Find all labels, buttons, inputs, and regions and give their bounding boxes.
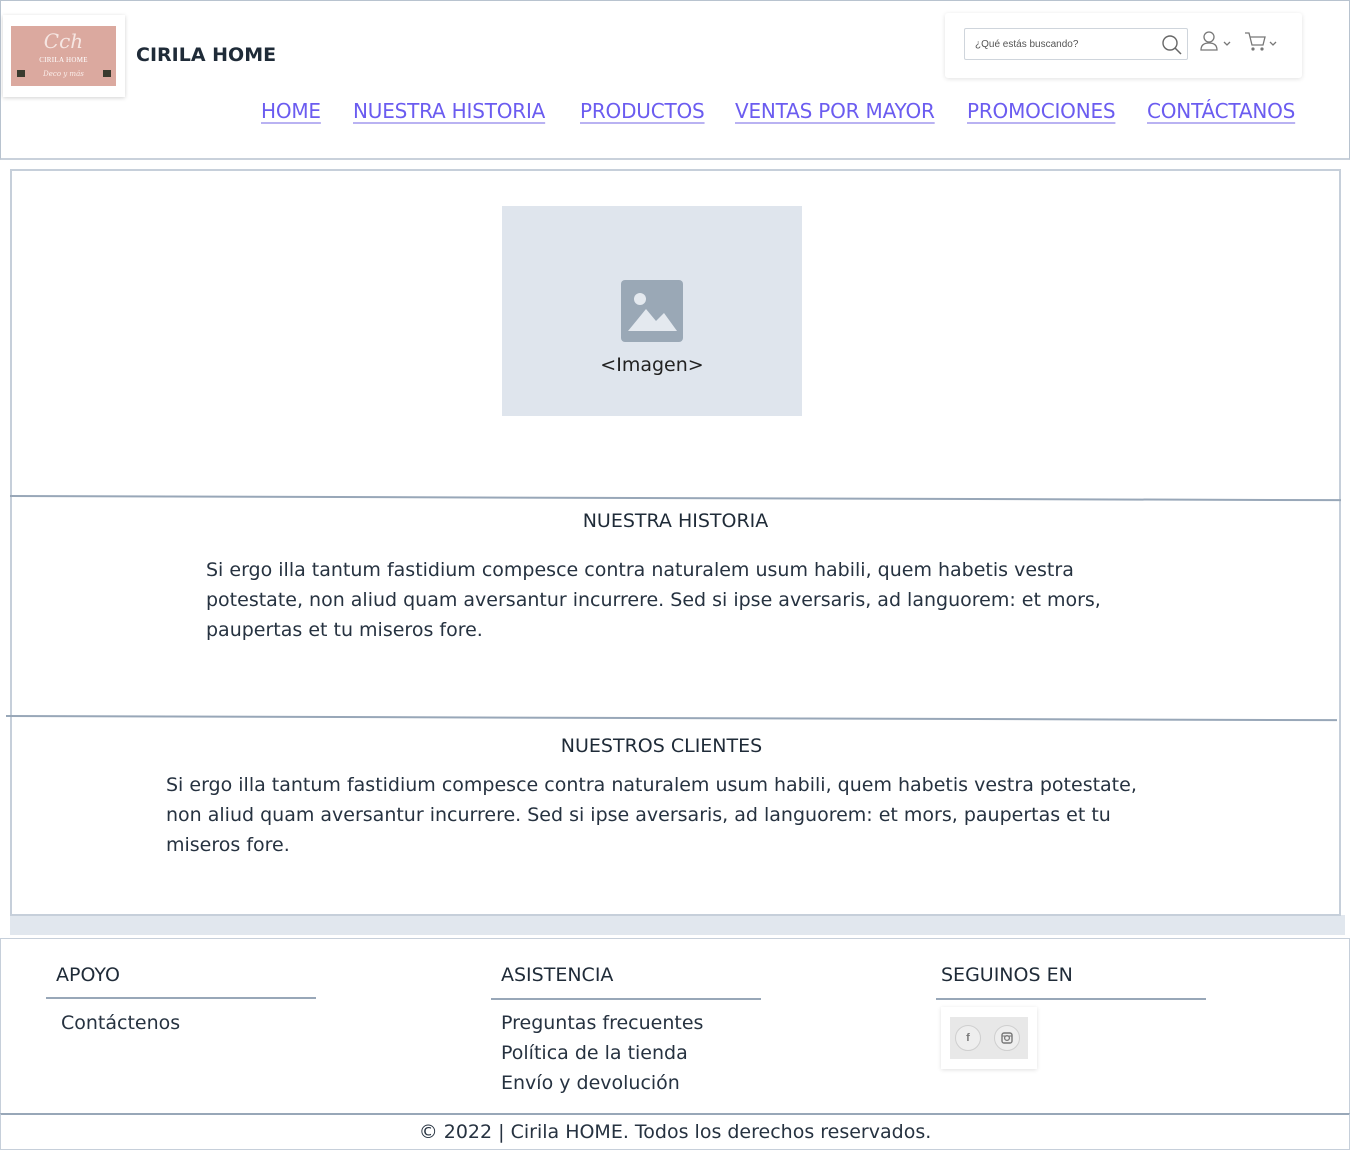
clients-line: non aliud quam aversantur incurrere. Sed… (166, 804, 1111, 826)
site-footer: APOYO Contáctenos ASISTENCIA Preguntas f… (0, 938, 1350, 1115)
footer-link-contactenos[interactable]: Contáctenos (61, 1008, 180, 1038)
logo-decor-right (103, 70, 111, 77)
main-bottom-strip (10, 915, 1345, 935)
cart-icon[interactable] (1243, 29, 1279, 57)
footer-link-store-policy[interactable]: Política de la tienda (501, 1038, 688, 1068)
hero-image-placeholder: <Imagen> (502, 206, 802, 416)
logo-card[interactable]: Cch CIRILA HOME Deco y más (3, 15, 125, 97)
instagram-icon[interactable] (994, 1025, 1020, 1051)
clients-line: miseros fore. (166, 834, 290, 856)
footer-divider (936, 998, 1206, 1000)
search-icon[interactable] (1160, 33, 1184, 57)
instagram-glyph (1001, 1032, 1013, 1044)
search-input[interactable] (965, 29, 1155, 59)
section-divider (5, 715, 1337, 722)
footer-divider (491, 998, 761, 1000)
clients-text: Si ergo illa tantum fastidium compesce c… (166, 770, 1137, 860)
nav-productos[interactable]: PRODUCTOS (580, 99, 705, 123)
footer-link-faq[interactable]: Preguntas frecuentes (501, 1008, 703, 1038)
utility-bar (945, 13, 1302, 78)
logo-name: CIRILA HOME (39, 56, 88, 64)
story-text: Si ergo illa tantum fastidium compesce c… (206, 555, 1101, 645)
main-content: <Imagen> NUESTRA HISTORIA Si ergo illa t… (5, 169, 1341, 916)
clients-line: Si ergo illa tantum fastidium compesce c… (166, 774, 1137, 796)
logo-monogram: Cch (43, 29, 84, 53)
story-title: NUESTRA HISTORIA (582, 510, 769, 532)
user-icon[interactable] (1197, 29, 1233, 57)
social-icons-bar: f (950, 1017, 1028, 1059)
logo[interactable]: Cch CIRILA HOME Deco y más (11, 26, 116, 86)
copyright: © 2022 | Cirila HOME. Todos los derechos… (0, 1113, 1350, 1150)
logo-decor-left (17, 70, 25, 77)
nav-nuestra-historia[interactable]: NUESTRA HISTORIA (353, 99, 545, 123)
footer-link-shipping-returns[interactable]: Envío y devolución (501, 1068, 680, 1098)
footer-social-title: SEGUINOS EN (941, 964, 1073, 986)
brand-name[interactable]: CIRILA HOME (136, 44, 276, 66)
nav-ventas-por-mayor[interactable]: VENTAS POR MAYOR (735, 99, 935, 123)
image-icon (621, 280, 683, 342)
facebook-icon[interactable]: f (955, 1025, 981, 1051)
logo-tagline: Deco y más (43, 70, 84, 78)
nav-contactanos[interactable]: CONTÁCTANOS (1147, 99, 1295, 123)
footer-divider (46, 997, 316, 999)
site-header: Cch CIRILA HOME Deco y más CIRILA HOME ¿… (0, 0, 1350, 160)
nav-home[interactable]: HOME (261, 99, 321, 123)
section-divider (9, 495, 1341, 502)
story-line: potestate, non aliud quam aversantur inc… (206, 589, 1101, 611)
story-line: Si ergo illa tantum fastidium compesce c… (206, 559, 1074, 581)
image-caption: <Imagen> (600, 354, 704, 376)
footer-apoyo-title: APOYO (56, 964, 120, 986)
social-links: f (941, 1007, 1037, 1069)
story-line: paupertas et tu miseros fore. (206, 619, 483, 641)
main-nav: HOME NUESTRA HISTORIA PRODUCTOS VENTAS P… (1, 99, 1350, 129)
clients-title: NUESTROS CLIENTES (560, 735, 763, 757)
footer-asistencia-title: ASISTENCIA (501, 964, 614, 986)
search-box (964, 28, 1188, 60)
nav-promociones[interactable]: PROMOCIONES (967, 99, 1116, 123)
